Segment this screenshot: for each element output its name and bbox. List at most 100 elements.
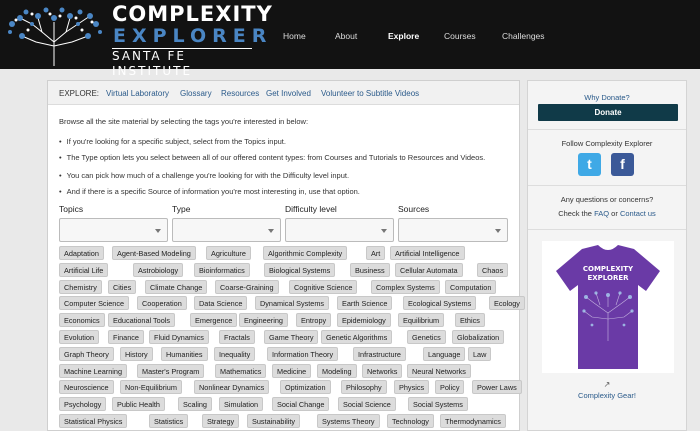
tag-neural-networks[interactable]: Neural Networks <box>407 363 471 378</box>
tag-algorithmic-complexity[interactable]: Algorithmic Complexity <box>263 246 348 260</box>
link-virtual-laboratory[interactable]: Virtual Laboratory <box>106 89 169 98</box>
nav-explore[interactable]: Explore <box>388 31 419 41</box>
tag-earth-science[interactable]: Earth Science <box>337 296 393 311</box>
tag-fluid-dynamics[interactable]: Fluid Dynamics <box>149 330 209 344</box>
tag-master-s-program[interactable]: Master's Program <box>137 363 205 378</box>
tag-inequality[interactable]: Inequality <box>214 346 256 361</box>
tag-cities[interactable]: Cities <box>108 279 137 294</box>
tag-chaos[interactable]: Chaos <box>477 262 509 277</box>
tag-public-health[interactable]: Public Health <box>112 397 165 412</box>
tag-agent-based-modeling[interactable]: Agent-Based Modeling <box>112 246 196 260</box>
tag-astrobiology[interactable]: Astrobiology <box>133 262 184 277</box>
tag-finance[interactable]: Finance <box>108 330 144 344</box>
tag-bioinformatics[interactable]: Bioinformatics <box>194 262 250 277</box>
tag-ethics[interactable]: Ethics <box>455 313 485 328</box>
tag-emergence[interactable]: Emergence <box>190 313 238 328</box>
tag-law[interactable]: Law <box>468 346 492 361</box>
tag-evolution[interactable]: Evolution <box>59 330 100 344</box>
tag-history[interactable]: History <box>120 346 153 361</box>
tag-equilibrium[interactable]: Equilibrium <box>398 313 445 328</box>
tag-social-systems[interactable]: Social Systems <box>408 397 468 412</box>
tag-agriculture[interactable]: Agriculture <box>206 246 251 260</box>
sources-select[interactable] <box>398 218 508 242</box>
tag-modeling[interactable]: Modeling <box>317 363 357 378</box>
tag-entropy[interactable]: Entropy <box>296 313 332 328</box>
tag-educational-tools[interactable]: Educational Tools <box>108 313 176 328</box>
tag-power-laws[interactable]: Power Laws <box>472 380 522 395</box>
tag-ecology[interactable]: Ecology <box>489 296 525 311</box>
nav-challenges[interactable]: Challenges <box>502 31 545 41</box>
link-volunteer-subtitles[interactable]: Volunteer to Subtitle Videos <box>321 89 419 98</box>
tag-genetics[interactable]: Genetics <box>407 330 446 344</box>
tag-complex-systems[interactable]: Complex Systems <box>371 279 440 294</box>
tag-fractals[interactable]: Fractals <box>219 330 255 344</box>
tag-psychology[interactable]: Psychology <box>59 397 107 412</box>
contact-link[interactable]: Contact us <box>620 209 656 218</box>
tag-thermodynamics[interactable]: Thermodynamics <box>440 414 506 428</box>
tag-biological-systems[interactable]: Biological Systems <box>264 262 336 277</box>
tag-adaptation[interactable]: Adaptation <box>59 246 104 260</box>
tag-epidemiology[interactable]: Epidemiology <box>337 313 391 328</box>
tag-dynamical-systems[interactable]: Dynamical Systems <box>255 296 330 311</box>
why-donate-link[interactable]: Why Donate? <box>528 93 686 102</box>
topics-select[interactable] <box>59 218 168 242</box>
link-resources[interactable]: Resources <box>221 89 259 98</box>
tag-coarse-graining[interactable]: Coarse-Graining <box>215 279 279 294</box>
tag-artificial-life[interactable]: Artificial Life <box>59 262 109 277</box>
tag-social-change[interactable]: Social Change <box>272 397 330 412</box>
tag-chemistry[interactable]: Chemistry <box>59 279 102 294</box>
tag-scaling[interactable]: Scaling <box>178 397 212 412</box>
facebook-icon[interactable]: f <box>611 153 634 176</box>
type-select[interactable] <box>172 218 281 242</box>
tshirt-image[interactable]: COMPLEXITY EXPLORER <box>542 241 674 373</box>
tag-ecological-systems[interactable]: Ecological Systems <box>403 296 477 311</box>
tree-logo-icon[interactable] <box>2 2 106 66</box>
complexity-gear-link[interactable]: Complexity Gear! <box>528 391 686 400</box>
tag-philosophy[interactable]: Philosophy <box>341 380 387 395</box>
tag-neuroscience[interactable]: Neuroscience <box>59 380 114 395</box>
tag-strategy[interactable]: Strategy <box>202 414 240 428</box>
tag-statistics[interactable]: Statistics <box>149 414 189 428</box>
difficulty-select[interactable] <box>285 218 394 242</box>
twitter-icon[interactable]: t <box>578 153 601 176</box>
tag-climate-change[interactable]: Climate Change <box>145 279 208 294</box>
tag-artificial-intelligence[interactable]: Artificial Intelligence <box>390 246 465 260</box>
tag-infrastructure[interactable]: Infrastructure <box>353 346 406 361</box>
tag-nonlinear-dynamics[interactable]: Nonlinear Dynamics <box>194 380 270 395</box>
tag-cognitive-science[interactable]: Cognitive Science <box>289 279 358 294</box>
tag-business[interactable]: Business <box>350 262 390 277</box>
faq-link[interactable]: FAQ <box>594 209 609 218</box>
tag-medicine[interactable]: Medicine <box>272 363 312 378</box>
tag-sustainability[interactable]: Sustainability <box>247 414 300 428</box>
tag-engineering[interactable]: Engineering <box>239 313 288 328</box>
tag-economics[interactable]: Economics <box>59 313 105 328</box>
tag-cellular-automata[interactable]: Cellular Automata <box>395 262 463 277</box>
tag-game-theory[interactable]: Game Theory <box>264 330 319 344</box>
tag-art[interactable]: Art <box>366 246 386 260</box>
tag-machine-learning[interactable]: Machine Learning <box>59 363 128 378</box>
link-glossary[interactable]: Glossary <box>180 89 212 98</box>
tag-networks[interactable]: Networks <box>362 363 403 378</box>
tag-mathematics[interactable]: Mathematics <box>215 363 267 378</box>
tag-data-science[interactable]: Data Science <box>194 296 248 311</box>
tag-optimization[interactable]: Optimization <box>280 380 331 395</box>
tag-information-theory[interactable]: Information Theory <box>267 346 339 361</box>
tag-technology[interactable]: Technology <box>387 414 434 428</box>
tag-simulation[interactable]: Simulation <box>219 397 264 412</box>
tag-humanities[interactable]: Humanities <box>161 346 208 361</box>
tag-graph-theory[interactable]: Graph Theory <box>59 346 114 361</box>
brand-wordmark[interactable]: COMPLEXITY EXPLORER SANTA FE INSTITUTE <box>112 3 273 79</box>
external-link-icon[interactable]: ↗ <box>528 380 686 389</box>
nav-courses[interactable]: Courses <box>444 31 476 41</box>
tag-non-equilibrium[interactable]: Non-Equilibrium <box>120 380 182 395</box>
nav-home[interactable]: Home <box>283 31 306 41</box>
tag-statistical-physics[interactable]: Statistical Physics <box>59 414 128 428</box>
donate-button[interactable]: Donate <box>538 104 678 121</box>
tag-systems-theory[interactable]: Systems Theory <box>317 414 380 428</box>
nav-about[interactable]: About <box>335 31 357 41</box>
tag-computation[interactable]: Computation <box>445 279 497 294</box>
tag-globalization[interactable]: Globalization <box>452 330 505 344</box>
tag-cooperation[interactable]: Cooperation <box>137 296 187 311</box>
tag-genetic-algorithms[interactable]: Genetic Algorithms <box>321 330 393 344</box>
tag-policy[interactable]: Policy <box>435 380 465 395</box>
